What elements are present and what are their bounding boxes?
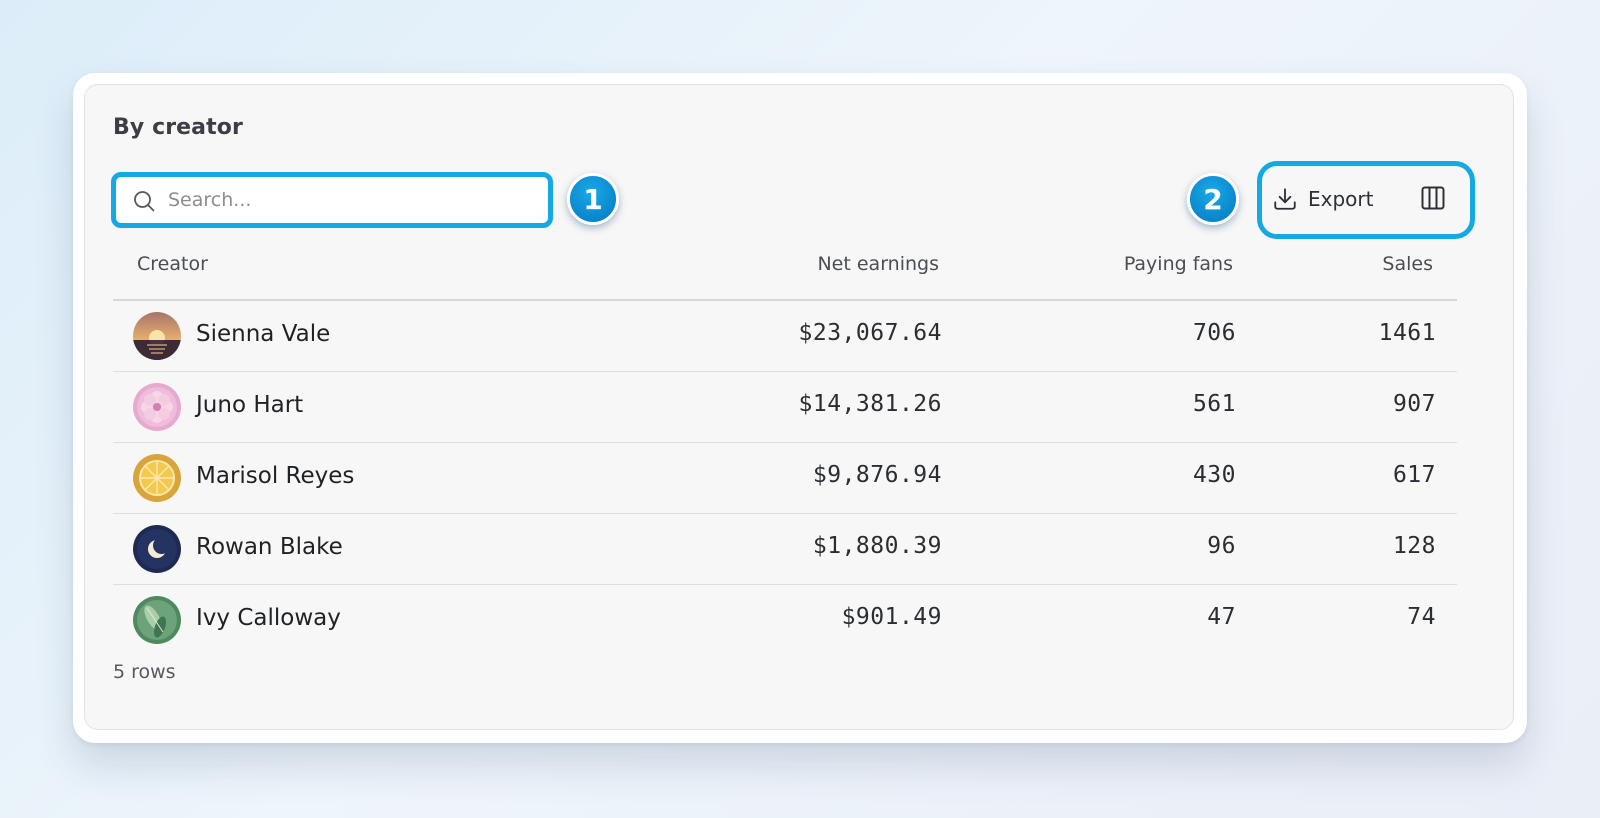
creator-table: Creator Net earnings Paying fans Sales S… xyxy=(113,241,1457,655)
paying-fans-cell: 430 xyxy=(1192,462,1236,488)
net-earnings-cell: $1,880.39 xyxy=(812,533,942,559)
sales-cell: 128 xyxy=(1392,533,1436,559)
table-row[interactable]: Ivy Calloway $901.49 47 74 xyxy=(113,585,1457,655)
table-row[interactable]: Rowan Blake $1,880.39 96 128 xyxy=(113,514,1457,585)
paying-fans-cell: 561 xyxy=(1192,391,1236,417)
creator-panel: By creator 1 2 Export xyxy=(84,84,1514,730)
net-earnings-cell: $9,876.94 xyxy=(812,462,942,488)
export-label: Export xyxy=(1308,187,1374,211)
search-field[interactable] xyxy=(116,177,548,223)
column-header-creator[interactable]: Creator xyxy=(137,253,208,275)
sales-cell: 617 xyxy=(1392,462,1436,488)
moon-avatar xyxy=(133,525,181,573)
creator-name: Marisol Reyes xyxy=(196,463,355,489)
table-header: Creator Net earnings Paying fans Sales xyxy=(113,241,1457,301)
sales-cell: 907 xyxy=(1392,391,1436,417)
search-input[interactable] xyxy=(168,177,538,223)
sales-cell: 74 xyxy=(1407,604,1436,630)
leaf-avatar xyxy=(133,596,181,644)
creator-name: Ivy Calloway xyxy=(196,605,341,631)
net-earnings-cell: $901.49 xyxy=(841,604,942,630)
citrus-avatar xyxy=(133,454,181,502)
download-icon xyxy=(1274,188,1296,210)
net-earnings-cell: $14,381.26 xyxy=(798,391,942,417)
paying-fans-cell: 47 xyxy=(1207,604,1236,630)
callout-badge-1: 1 xyxy=(567,173,619,225)
callout-badge-2: 2 xyxy=(1187,173,1239,225)
sunset-avatar xyxy=(133,312,181,360)
panel-title: By creator xyxy=(113,115,243,140)
creator-card: By creator 1 2 Export xyxy=(73,73,1527,743)
creator-name: Juno Hart xyxy=(196,392,304,418)
paying-fans-cell: 96 xyxy=(1207,533,1236,559)
sales-cell: 1461 xyxy=(1378,320,1436,346)
column-header-net-earnings[interactable]: Net earnings xyxy=(817,253,939,275)
flower-avatar xyxy=(133,383,181,431)
table-row[interactable]: Sienna Vale $23,067.64 706 1461 xyxy=(113,301,1457,372)
net-earnings-cell: $23,067.64 xyxy=(798,320,942,346)
row-count-label: 5 rows xyxy=(113,661,176,683)
table-row[interactable]: Juno Hart $14,381.26 561 907 xyxy=(113,372,1457,443)
paying-fans-cell: 706 xyxy=(1192,320,1236,346)
creator-name: Sienna Vale xyxy=(196,321,331,347)
table-row[interactable]: Marisol Reyes $9,876.94 430 617 xyxy=(113,443,1457,514)
columns-icon[interactable] xyxy=(1419,184,1447,212)
search-icon xyxy=(134,191,155,212)
export-button[interactable]: Export xyxy=(1272,181,1373,217)
column-header-sales[interactable]: Sales xyxy=(1382,253,1433,275)
creator-name: Rowan Blake xyxy=(196,534,343,560)
column-header-paying-fans[interactable]: Paying fans xyxy=(1124,253,1233,275)
